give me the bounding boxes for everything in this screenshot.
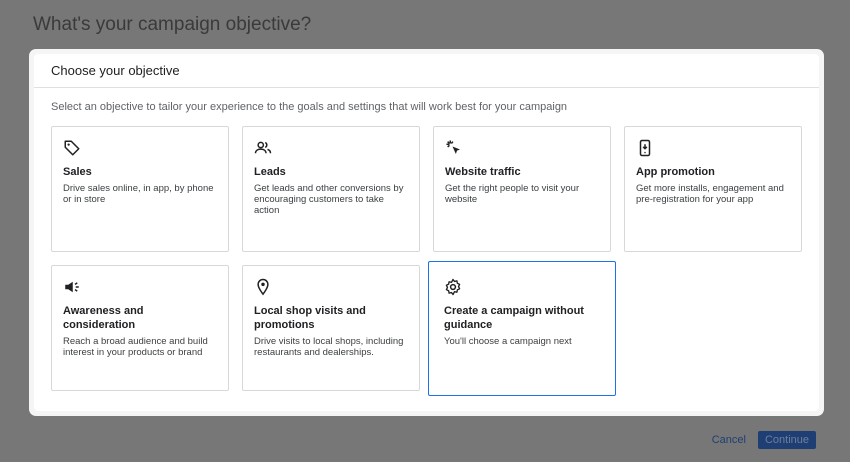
- objective-card-description: Get the right people to visit your websi…: [445, 183, 580, 205]
- objective-card-description: You'll choose a campaign next: [444, 336, 572, 347]
- objective-card-awareness[interactable]: Awareness and consideration Reach a broa…: [51, 265, 229, 391]
- objective-card-description: Get more installs, engagement and pre-re…: [636, 183, 784, 205]
- objective-dialog: Choose your objective Select an objectiv…: [29, 49, 824, 416]
- objective-card-description: Drive sales online, in app, by phone or …: [63, 183, 214, 205]
- objective-card-description: Reach a broad audience and build interes…: [63, 336, 208, 358]
- continue-button[interactable]: Continue: [757, 431, 816, 449]
- objective-cards: Sales Drive sales online, in app, by pho…: [51, 126, 803, 398]
- objective-card-title: Create a campaign without guidance: [444, 305, 584, 331]
- objective-card-title: App promotion: [636, 166, 715, 178]
- objective-card-description: Get leads and other conversions by encou…: [254, 183, 404, 216]
- objective-card-title: Local shop visits and promotions: [254, 305, 366, 331]
- objective-card-title: Sales: [63, 166, 92, 178]
- background-footer: Cancel Continue: [712, 431, 816, 449]
- phone-icon: [636, 139, 654, 157]
- dialog-description: Select an objective to tailor your exper…: [51, 101, 568, 113]
- objective-card-no-guidance[interactable]: Create a campaign without guidance You'l…: [428, 261, 616, 396]
- objective-card-app-promotion[interactable]: App promotion Get more installs, engagem…: [624, 126, 802, 252]
- objective-card-description: Drive visits to local shops, including r…: [254, 336, 404, 358]
- objective-card-leads[interactable]: Leads Get leads and other conversions by…: [242, 126, 420, 252]
- objective-card-title: Website traffic: [445, 166, 521, 178]
- objective-card-title: Leads: [254, 166, 286, 178]
- objective-card-title: Awareness and consideration: [63, 305, 144, 331]
- objective-card-sales[interactable]: Sales Drive sales online, in app, by pho…: [51, 126, 229, 252]
- dialog-panel: Choose your objective Select an objectiv…: [34, 54, 819, 411]
- objective-card-website-traffic[interactable]: Website traffic Get the right people to …: [433, 126, 611, 252]
- people-icon: [254, 139, 272, 157]
- dialog-header: Choose your objective: [34, 54, 819, 88]
- cursor-click-icon: [445, 139, 463, 157]
- gear-icon: [444, 278, 462, 296]
- location-pin-icon: [254, 278, 272, 296]
- dialog-title: Choose your objective: [51, 63, 180, 78]
- objective-card-local-shop-visits[interactable]: Local shop visits and promotions Drive v…: [242, 265, 420, 391]
- cancel-button[interactable]: Cancel: [712, 434, 746, 446]
- megaphone-icon: [63, 278, 81, 296]
- background-page-title: What's your campaign objective?: [33, 14, 312, 35]
- tag-icon: [63, 139, 81, 157]
